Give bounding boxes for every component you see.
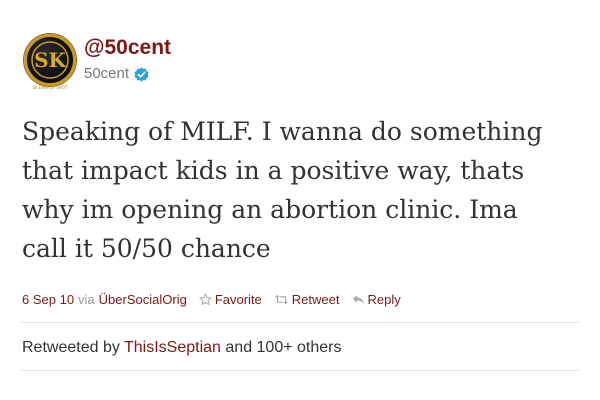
avatar[interactable]: SK	[24, 34, 76, 86]
author-handle[interactable]: 50cent	[84, 64, 129, 84]
tweet-card: SK SK ENERGY SHOT @50cent 50cent Speakin…	[0, 0, 600, 400]
tweet-text: Speaking of MILF. I wanna do something t…	[22, 112, 588, 268]
divider	[20, 370, 580, 371]
via-label: via	[78, 291, 95, 307]
tweet-line: why im opening an abortion clinic. Ima	[22, 195, 518, 224]
retweet-label: Retweet	[291, 291, 340, 307]
tweet-line: that impact kids in a positive way, that…	[22, 156, 525, 185]
tweet-line: call it 50/50 chance	[22, 234, 271, 263]
favorite-label: Favorite	[214, 291, 262, 307]
retweet-button[interactable]: Retweet	[274, 292, 340, 307]
retweet-icon	[274, 294, 288, 304]
tweet-source-link[interactable]: ÜberSocialOrig	[99, 292, 187, 307]
divider	[20, 322, 580, 323]
tweet-meta-row: 6 Sep 10 via ÜberSocialOrig Favorite Ret…	[22, 289, 401, 309]
tweet-line: Speaking of MILF. I wanna do something	[22, 117, 543, 146]
author-display-name[interactable]: @50cent	[84, 36, 171, 60]
tweet-timestamp[interactable]: 6 Sep 10	[22, 292, 74, 307]
retweeted-user-link[interactable]: ThisIsSeptian	[124, 339, 221, 356]
retweeted-prefix: Retweeted by	[22, 339, 120, 356]
avatar-caption: SK ENERGY SHOT	[32, 85, 68, 90]
favorite-button[interactable]: Favorite	[199, 292, 262, 307]
verified-badge-icon	[134, 66, 149, 82]
author-handle-row: 50cent	[84, 64, 149, 84]
retweeted-suffix[interactable]: and 100+ others	[225, 339, 341, 356]
reply-icon	[352, 294, 364, 304]
reply-button[interactable]: Reply	[352, 292, 401, 307]
reply-label: Reply	[367, 291, 401, 307]
sk-logo-icon: SK	[31, 41, 69, 79]
svg-text:SK ENERGY SHOT: SK ENERGY SHOT	[32, 85, 68, 90]
retweeted-by-row: Retweeted by ThisIsSeptian and 100+ othe…	[22, 337, 341, 359]
svg-text:SK: SK	[34, 48, 66, 72]
star-icon	[199, 292, 212, 305]
